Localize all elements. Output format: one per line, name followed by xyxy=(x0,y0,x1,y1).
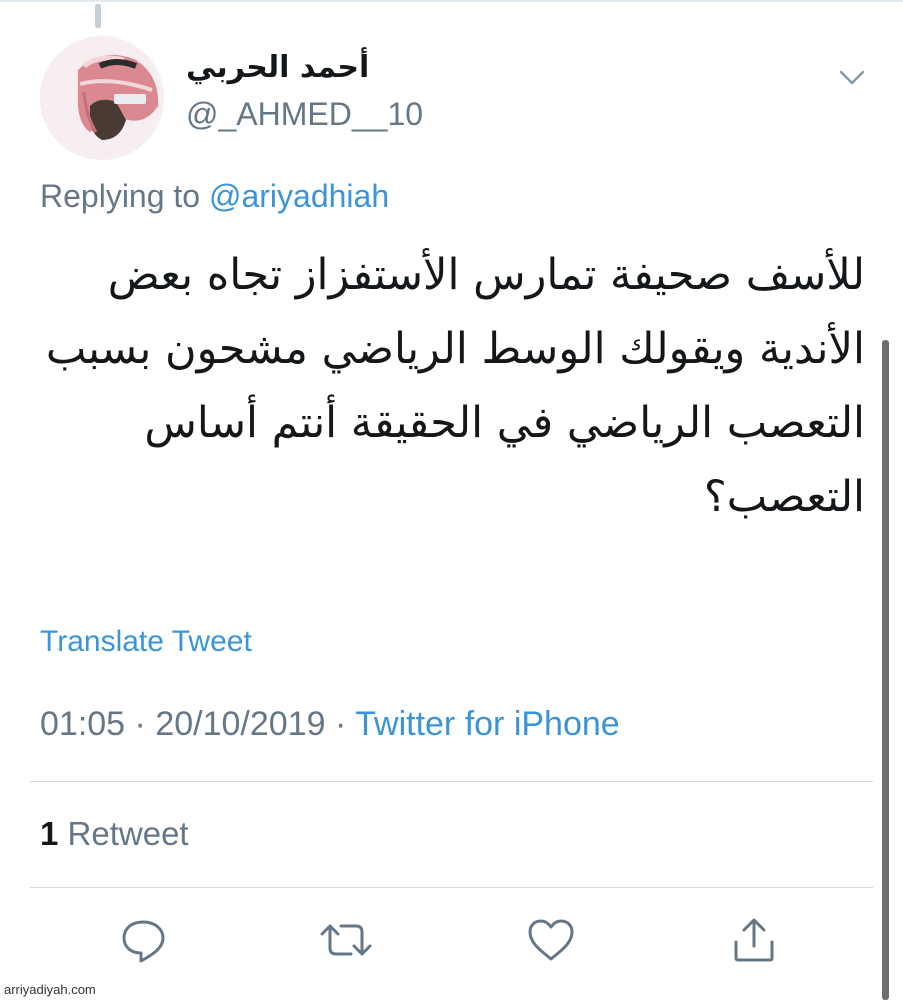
replying-to: Replying to @ariyadhiah xyxy=(40,178,389,215)
translate-tweet-link[interactable]: Translate Tweet xyxy=(40,625,252,659)
like-button[interactable] xyxy=(523,912,579,968)
meta-separator: · xyxy=(334,705,347,743)
tweet-date: 20/10/2019 xyxy=(155,705,326,743)
retweet-count: 1 xyxy=(40,815,59,852)
thread-connector-line xyxy=(95,4,101,28)
author-display-name[interactable]: أحمد الحربي xyxy=(186,50,369,85)
retweet-count-stat[interactable]: 1 Retweet xyxy=(40,815,189,853)
share-icon xyxy=(734,918,774,962)
author-handle[interactable]: @_AHMED__10 xyxy=(186,96,423,133)
scrollbar[interactable] xyxy=(882,340,889,1000)
share-button[interactable] xyxy=(726,912,782,968)
reply-icon xyxy=(122,920,165,963)
watermark: arriyadiyah.com xyxy=(4,982,96,997)
reply-button[interactable] xyxy=(116,912,172,968)
meta-separator: · xyxy=(134,705,146,743)
avatar[interactable] xyxy=(40,36,164,160)
divider xyxy=(30,781,873,782)
tweet-time: 01:05 xyxy=(40,705,126,743)
retweet-icon xyxy=(320,924,372,956)
retweet-count-label: Retweet xyxy=(67,815,189,852)
replying-mention-link[interactable]: @ariyadhiah xyxy=(209,178,389,214)
profile-avatar-icon xyxy=(40,36,164,160)
tweet-text: للأسف صحيفة تمارس الأستفزاز تجاه بعض الأ… xyxy=(45,250,865,522)
replying-prefix: Replying to xyxy=(40,178,201,214)
divider xyxy=(30,887,873,888)
tweet-meta: 01:05 · 20/10/2019 · Twitter for iPhone xyxy=(40,705,620,744)
heart-icon xyxy=(528,919,574,961)
tweet-menu-chevron-down-icon[interactable] xyxy=(832,58,872,98)
top-border xyxy=(0,0,903,2)
tweet-source-link[interactable]: Twitter for iPhone xyxy=(355,705,620,743)
retweet-button[interactable] xyxy=(318,912,374,968)
